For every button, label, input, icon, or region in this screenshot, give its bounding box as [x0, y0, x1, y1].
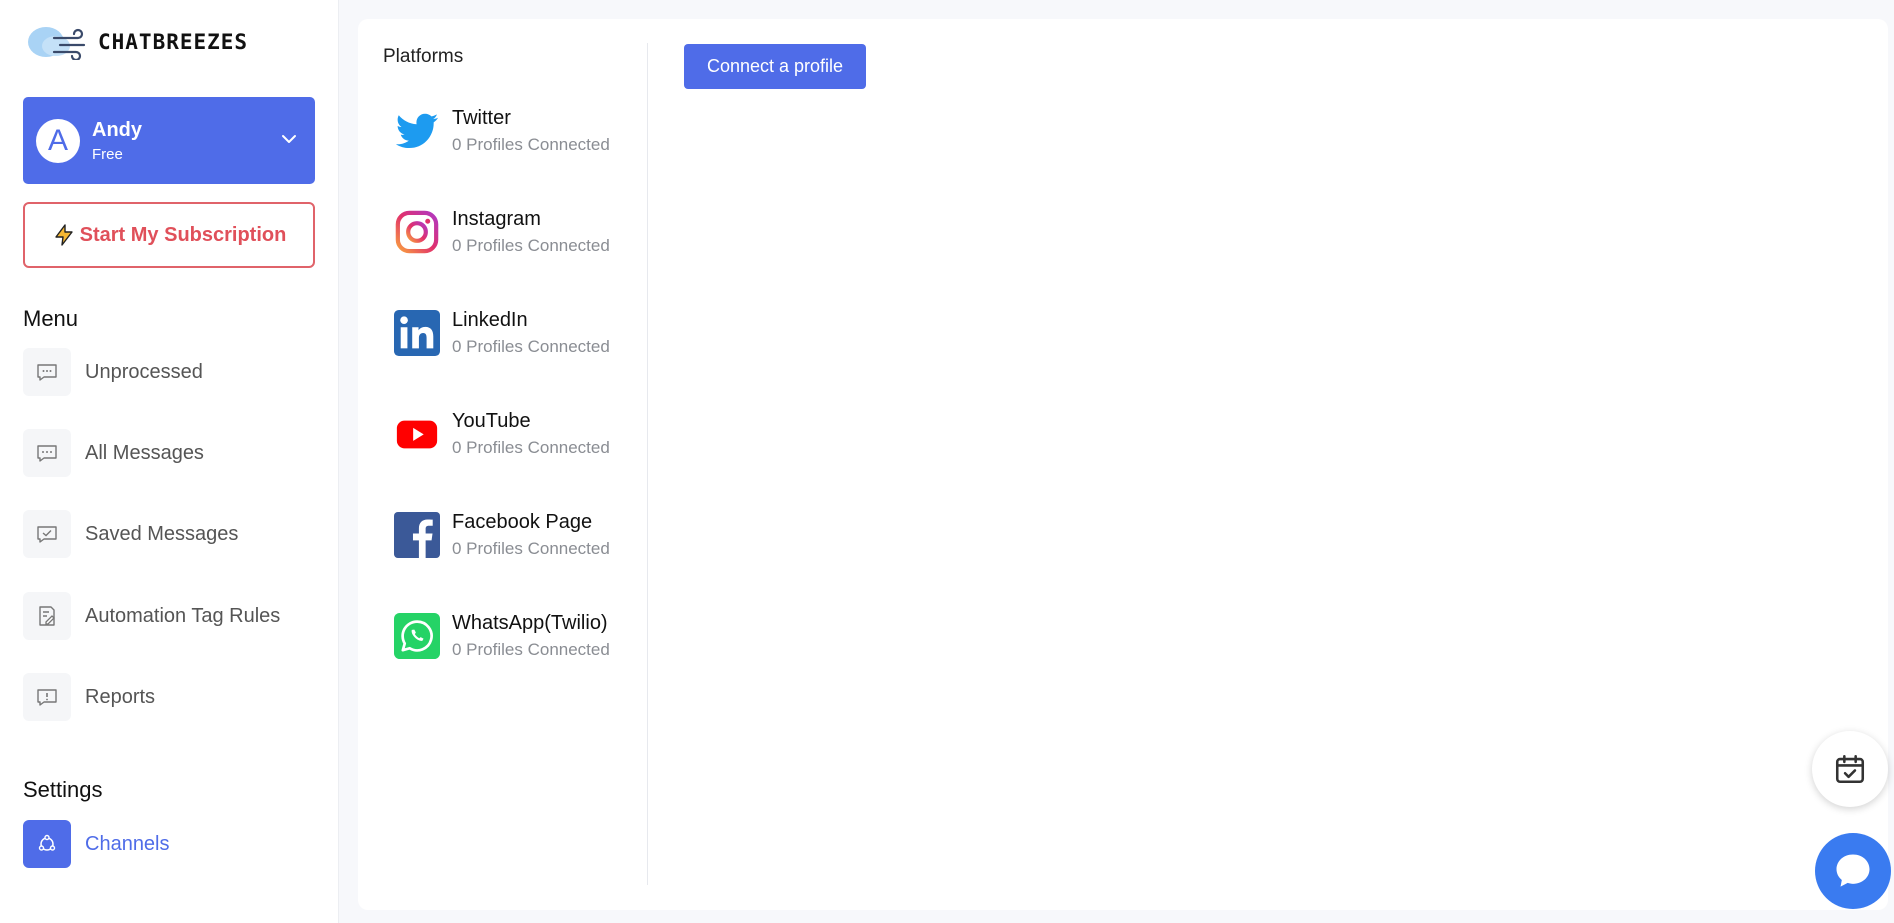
avatar: A: [36, 118, 80, 163]
cloud-wind-logo-icon: [28, 27, 86, 60]
platform-item-instagram[interactable]: Instagram 0 Profiles Connected: [394, 204, 634, 260]
platform-name: WhatsApp(Twilio): [452, 612, 608, 634]
platform-name: Instagram: [452, 208, 541, 230]
start-subscription-button[interactable]: Start My Subscription: [23, 202, 315, 268]
platforms-list: Platforms Twitter 0 Profiles Connected I…: [358, 19, 648, 888]
sidebar-item-all-messages[interactable]: All Messages: [23, 428, 315, 478]
calendar-check-icon: [1835, 754, 1865, 784]
report-alert-icon: [23, 673, 71, 721]
sidebar-item-label: Channels: [85, 832, 170, 855]
lightning-icon: [54, 224, 73, 246]
sidebar-item-channels[interactable]: Channels: [23, 819, 315, 869]
calendar-check-button[interactable]: [1812, 731, 1888, 807]
channels-panel: Platforms Twitter 0 Profiles Connected I…: [358, 19, 1888, 910]
platform-status: 0 Profiles Connected: [452, 337, 610, 356]
platforms-heading: Platforms: [383, 46, 464, 67]
sidebar-item-label: Automation Tag Rules: [85, 604, 281, 627]
chat-dots-icon: [23, 429, 71, 477]
settings-heading: Settings: [23, 777, 103, 802]
platform-item-linkedin[interactable]: LinkedIn 0 Profiles Connected: [394, 305, 634, 361]
platform-item-twitter[interactable]: Twitter 0 Profiles Connected: [394, 103, 634, 159]
user-account-switcher[interactable]: A Andy Free: [23, 97, 315, 184]
live-chat-button[interactable]: [1815, 833, 1891, 909]
platform-status: 0 Profiles Connected: [452, 438, 610, 457]
sidebar-item-reports[interactable]: Reports: [23, 672, 315, 722]
sidebar-item-automation-tag-rules[interactable]: Automation Tag Rules: [23, 591, 315, 641]
sidebar-item-label: Reports: [85, 685, 156, 708]
sidebar-item-unprocessed[interactable]: Unprocessed: [23, 347, 315, 397]
chat-bubble-icon: [1836, 854, 1870, 887]
platform-status: 0 Profiles Connected: [452, 135, 610, 154]
platform-status: 0 Profiles Connected: [452, 539, 610, 558]
twitter-icon: [395, 113, 439, 149]
document-edit-icon: [23, 592, 71, 640]
platform-name: YouTube: [452, 410, 531, 432]
platform-item-facebook-page[interactable]: Facebook Page 0 Profiles Connected: [394, 507, 634, 563]
start-subscription-label: Start My Subscription: [79, 223, 287, 246]
platform-name: LinkedIn: [452, 309, 528, 331]
brand-logo[interactable]: CHATBREEZES: [26, 24, 248, 60]
platform-name: Facebook Page: [452, 511, 593, 533]
user-name: Andy: [92, 118, 142, 141]
sidebar-item-label: All Messages: [85, 441, 204, 464]
app-root: CHATBREEZES A Andy Free Start My Subscri…: [0, 0, 1894, 923]
platform-item-youtube[interactable]: YouTube 0 Profiles Connected: [394, 406, 634, 462]
whatsapp-icon: [394, 613, 440, 659]
sidebar: CHATBREEZES A Andy Free Start My Subscri…: [0, 0, 339, 923]
sidebar-item-label: Unprocessed: [85, 360, 203, 383]
chat-check-icon: [23, 510, 71, 558]
platform-name: Twitter: [452, 107, 511, 129]
facebook-icon: [394, 512, 440, 558]
channels-icon: [23, 820, 71, 868]
user-plan: Free: [92, 145, 123, 163]
platform-item-whatsapp-twilio[interactable]: WhatsApp(Twilio) 0 Profiles Connected: [394, 608, 634, 664]
connect-profile-button[interactable]: Connect a profile: [684, 44, 866, 89]
linkedin-icon: [394, 310, 440, 356]
platform-status: 0 Profiles Connected: [452, 236, 610, 255]
instagram-icon: [395, 210, 439, 254]
panel-divider: [647, 43, 648, 885]
brand-name: CHATBREEZES: [98, 30, 249, 54]
chevron-down-icon: [282, 135, 296, 143]
platform-status: 0 Profiles Connected: [452, 640, 610, 659]
sidebar-item-label: Saved Messages: [85, 522, 239, 545]
chat-bubble-icon: [23, 348, 71, 396]
user-info: Andy Free: [92, 119, 142, 163]
youtube-icon: [396, 420, 438, 449]
sidebar-item-saved-messages[interactable]: Saved Messages: [23, 509, 315, 559]
menu-heading: Menu: [23, 306, 79, 331]
